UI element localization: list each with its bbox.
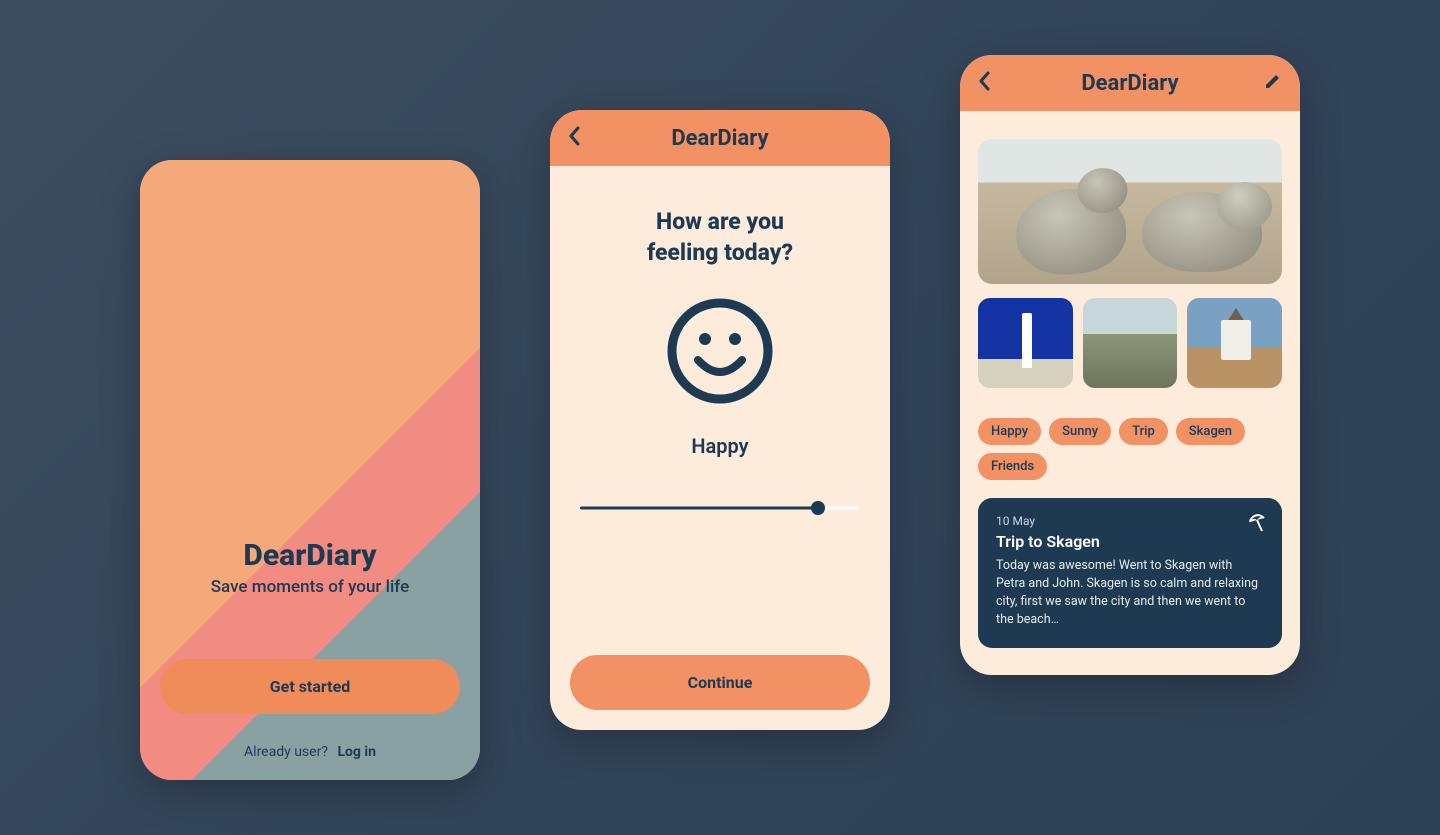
mood-slider[interactable] bbox=[580, 498, 860, 518]
app-title: DearDiary bbox=[243, 538, 376, 573]
diary-entry-screen: DearDiary Happy Sunny Trip Skagen Friend… bbox=[960, 55, 1300, 675]
app-topbar: DearDiary bbox=[960, 55, 1300, 111]
login-prompt: Already user? bbox=[244, 744, 328, 760]
topbar-title: DearDiary bbox=[1081, 71, 1178, 96]
entry-date: 10 May bbox=[996, 514, 1264, 528]
app-subtitle: Save moments of your life bbox=[211, 577, 409, 597]
tag-happy[interactable]: Happy bbox=[978, 418, 1041, 445]
tag-trip[interactable]: Trip bbox=[1119, 418, 1168, 445]
continue-button[interactable]: Continue bbox=[570, 655, 870, 710]
chevron-left-icon bbox=[978, 71, 992, 91]
tag-row: Happy Sunny Trip Skagen Friends bbox=[978, 418, 1282, 480]
tag-friends[interactable]: Friends bbox=[978, 453, 1047, 480]
login-link[interactable]: Log in bbox=[337, 744, 376, 760]
slider-thumb[interactable] bbox=[811, 501, 825, 515]
get-started-label: Get started bbox=[270, 677, 350, 696]
continue-label: Continue bbox=[688, 673, 753, 692]
seal-right bbox=[1142, 192, 1262, 272]
edit-button[interactable] bbox=[1264, 72, 1282, 94]
seal-left bbox=[1013, 184, 1130, 278]
back-button[interactable] bbox=[978, 71, 992, 95]
mood-question-line1: How are you bbox=[656, 208, 784, 235]
back-button[interactable] bbox=[568, 126, 582, 150]
mood-label: Happy bbox=[691, 434, 748, 458]
entry-text: Today was awesome! Went to Skagen with P… bbox=[996, 557, 1264, 630]
smiley-icon bbox=[665, 296, 775, 410]
login-row: Already user? Log in bbox=[244, 744, 376, 760]
mood-question-line2: feeling today? bbox=[647, 239, 793, 266]
beach-umbrella-icon bbox=[1246, 512, 1268, 538]
thumbnail-dunes[interactable] bbox=[1083, 298, 1178, 388]
entry-title: Trip to Skagen bbox=[996, 532, 1264, 551]
mood-screen: DearDiary How are you feeling today? Hap… bbox=[550, 110, 890, 730]
topbar-title: DearDiary bbox=[671, 126, 768, 151]
thumbnail-lighthouse[interactable] bbox=[978, 298, 1073, 388]
hero-photo[interactable] bbox=[978, 139, 1282, 284]
mood-question: How are you feeling today? bbox=[647, 206, 793, 268]
slider-fill bbox=[580, 507, 818, 510]
thumbnail-church[interactable] bbox=[1187, 298, 1282, 388]
tag-skagen[interactable]: Skagen bbox=[1176, 418, 1245, 445]
diary-entry-card[interactable]: 10 May Trip to Skagen Today was awesome!… bbox=[978, 498, 1282, 648]
photo-thumbnails bbox=[978, 298, 1282, 388]
chevron-left-icon bbox=[568, 126, 582, 146]
get-started-button[interactable]: Get started bbox=[160, 659, 460, 714]
app-topbar: DearDiary bbox=[550, 110, 890, 166]
tag-sunny[interactable]: Sunny bbox=[1049, 418, 1111, 445]
welcome-screen: DearDiary Save moments of your life Get … bbox=[140, 160, 480, 780]
pencil-icon bbox=[1264, 72, 1282, 90]
